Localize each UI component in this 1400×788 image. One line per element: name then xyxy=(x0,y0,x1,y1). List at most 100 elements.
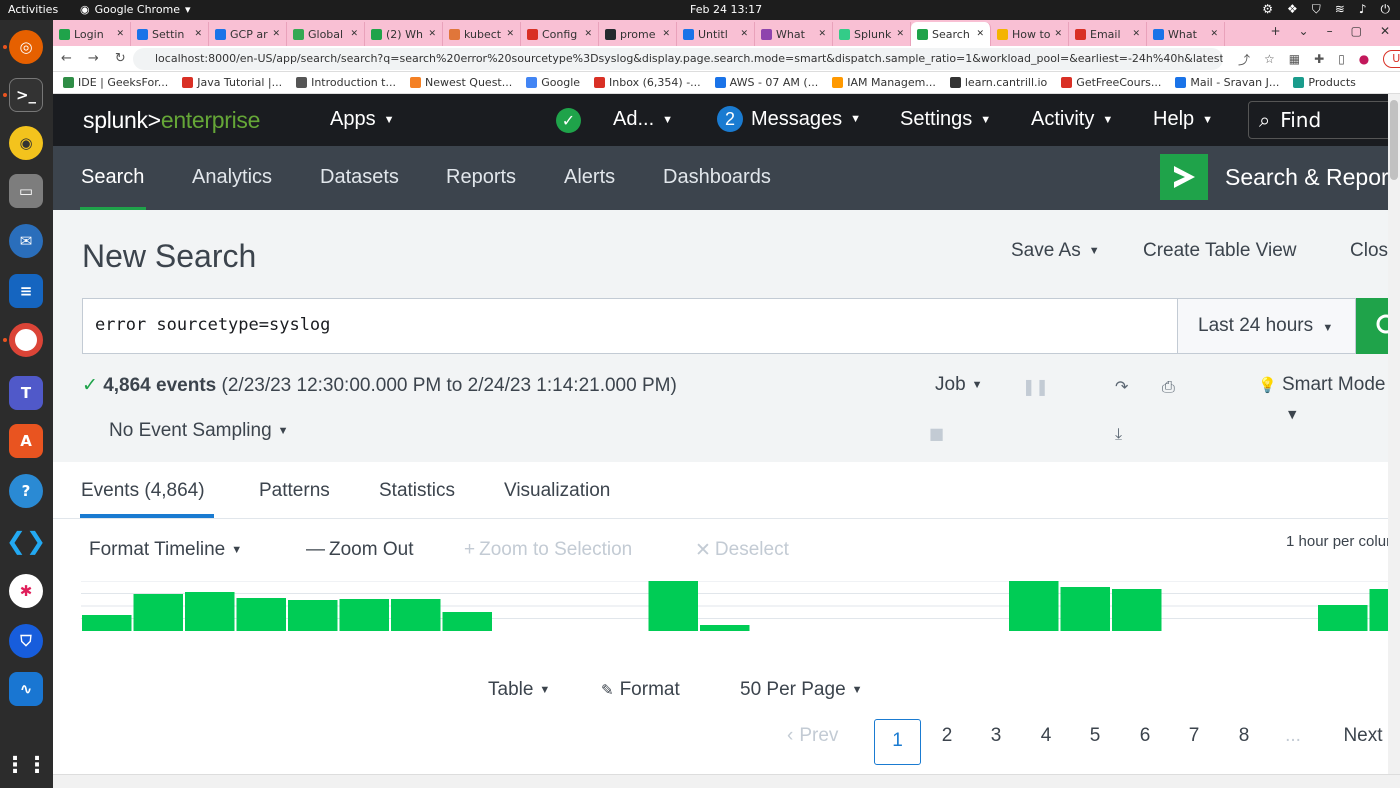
tab-close-icon[interactable]: ✕ xyxy=(896,29,904,39)
browser-tab[interactable]: Untitl ✕ xyxy=(677,22,755,46)
tab-statistics[interactable]: Statistics xyxy=(379,480,455,502)
update-button[interactable]: Update xyxy=(1383,50,1400,68)
stop-icon[interactable]: ■ xyxy=(929,424,944,443)
tab-close-icon[interactable]: ✕ xyxy=(584,29,592,39)
browser-tab[interactable]: Splunk ✕ xyxy=(833,22,911,46)
software-icon[interactable]: A xyxy=(9,424,43,458)
tab-close-icon[interactable]: ✕ xyxy=(194,29,202,39)
timeline-bar[interactable] xyxy=(288,600,338,631)
timeline-bar[interactable] xyxy=(236,598,287,631)
timeline-bar[interactable] xyxy=(1009,581,1059,631)
activity-menu[interactable]: Activity ▼ xyxy=(1031,108,1113,131)
bookmark-item[interactable]: IAM Managem... xyxy=(832,76,936,89)
bookmark-item[interactable]: IDE | GeeksFor... xyxy=(63,76,168,89)
nav-alerts[interactable]: Alerts xyxy=(564,166,615,189)
bookmark-item[interactable]: Google xyxy=(526,76,580,89)
deselect-button[interactable]: ✕ Deselect xyxy=(695,539,789,562)
help-icon[interactable]: ? xyxy=(9,474,43,508)
page-7-button[interactable]: 7 xyxy=(1174,725,1214,747)
messages-menu[interactable]: 2 Messages ▼ xyxy=(717,106,861,132)
find-input[interactable]: ⌕ Find xyxy=(1248,101,1398,139)
close-window-icon[interactable]: ✕ xyxy=(1380,24,1390,38)
tab-close-icon[interactable]: ✕ xyxy=(1132,29,1140,39)
forward-icon[interactable]: → xyxy=(88,51,99,66)
per-page-menu[interactable]: 50 Per Page ▼ xyxy=(740,679,863,701)
page-8-button[interactable]: 8 xyxy=(1224,725,1264,747)
nav-reports[interactable]: Reports xyxy=(446,166,516,189)
bookmark-item[interactable]: GetFreeCours... xyxy=(1061,76,1161,89)
browser-tab[interactable]: Global ✕ xyxy=(287,22,365,46)
page-4-button[interactable]: 4 xyxy=(1026,725,1066,747)
vertical-scrollbar-thumb[interactable] xyxy=(1390,100,1398,180)
health-ok-icon[interactable]: ✓ xyxy=(556,108,581,133)
search-mode-menu[interactable]: 💡 Smart Mode xyxy=(1258,374,1385,396)
timeline-bar[interactable] xyxy=(700,625,750,631)
nav-datasets[interactable]: Datasets xyxy=(320,166,399,189)
bookmark-item[interactable]: Java Tutorial |... xyxy=(182,76,282,89)
thunderbird-icon[interactable]: ✉ xyxy=(9,224,43,258)
files-icon[interactable]: ▭ xyxy=(9,174,43,208)
active-app-menu[interactable]: ◉ Google Chrome ▾ xyxy=(80,3,191,16)
export-icon[interactable]: ⤓ xyxy=(1115,424,1122,444)
teams-icon[interactable]: T xyxy=(9,376,43,410)
create-table-view-button[interactable]: Create Table View xyxy=(1143,240,1297,262)
timeline-bar[interactable] xyxy=(339,599,390,631)
job-menu[interactable]: Job ▼ xyxy=(935,374,983,396)
format-button[interactable]: ✎ Format xyxy=(601,679,680,701)
timeline-bar[interactable] xyxy=(133,594,184,631)
activities-button[interactable]: Activities xyxy=(8,3,58,16)
apps-menu[interactable]: Apps ▼ xyxy=(330,108,394,131)
browser-tab[interactable]: What ✕ xyxy=(1147,22,1225,46)
browser-tab[interactable]: Login ✕ xyxy=(53,22,131,46)
bookmark-item[interactable]: Products xyxy=(1293,76,1356,89)
search-query-input[interactable]: error sourcetype=syslog xyxy=(82,298,1178,354)
tab-close-icon[interactable]: ✕ xyxy=(1054,29,1062,39)
extensions-puzzle-icon[interactable]: ✚ xyxy=(1314,52,1324,66)
zoom-out-button[interactable]: — Zoom Out xyxy=(306,539,413,561)
pause-icon[interactable]: ❚❚ xyxy=(1022,377,1049,396)
timeline-bar[interactable] xyxy=(648,581,699,631)
bookmark-star-icon[interactable]: ☆ xyxy=(1264,52,1275,66)
timeline-bar[interactable] xyxy=(1112,589,1162,631)
format-timeline-menu[interactable]: Format Timeline ▼ xyxy=(89,539,242,561)
firefox-icon[interactable]: ◎ xyxy=(9,30,43,64)
time-range-picker[interactable]: Last 24 hours ▼ xyxy=(1178,298,1356,354)
chrome-dock-icon[interactable] xyxy=(9,323,43,357)
back-icon[interactable]: ← xyxy=(61,51,72,66)
side-panel-icon[interactable]: ▯ xyxy=(1338,52,1345,66)
tab-close-icon[interactable]: ✕ xyxy=(272,29,280,39)
caret-down-icon[interactable]: ▼ xyxy=(1288,408,1296,421)
tab-close-icon[interactable]: ✕ xyxy=(1210,29,1218,39)
prev-page-button[interactable]: ‹ Prev xyxy=(787,725,857,747)
timeline-chart[interactable] xyxy=(81,581,1400,631)
timeline-bar[interactable] xyxy=(391,599,441,631)
next-page-button[interactable]: Next xyxy=(1338,725,1388,747)
vscode-icon[interactable]: ❮❯ xyxy=(6,524,46,558)
terminal-icon[interactable]: >_ xyxy=(9,78,43,112)
browser-tab[interactable]: prome ✕ xyxy=(599,22,677,46)
browser-tab[interactable]: kubect ✕ xyxy=(443,22,521,46)
tab-visualization[interactable]: Visualization xyxy=(504,480,610,502)
maximize-icon[interactable]: ▢ xyxy=(1351,24,1362,38)
bookmark-item[interactable]: Inbox (6,354) -... xyxy=(594,76,701,89)
nav-analytics[interactable]: Analytics xyxy=(192,166,272,189)
timeline-bar[interactable] xyxy=(442,612,493,631)
share-icon[interactable]: ⤴ xyxy=(1238,51,1250,68)
tab-close-icon[interactable]: ✕ xyxy=(662,29,670,39)
share-job-icon[interactable]: ↷ xyxy=(1115,377,1128,396)
page-6-button[interactable]: 6 xyxy=(1125,725,1165,747)
nav-dashboards[interactable]: Dashboards xyxy=(663,166,771,189)
close-button[interactable]: Close xyxy=(1350,240,1388,262)
browser-tab[interactable]: Search ✕ xyxy=(911,22,991,46)
browser-tab[interactable]: (2) Wh ✕ xyxy=(365,22,443,46)
rhythmbox-icon[interactable]: ◉ xyxy=(9,126,43,160)
table-view-menu[interactable]: Table ▼ xyxy=(488,679,550,701)
timeline-bar[interactable] xyxy=(1060,587,1111,631)
timeline-bar[interactable] xyxy=(82,615,132,631)
bookmark-item[interactable]: Introduction t... xyxy=(296,76,396,89)
minimize-icon[interactable]: – xyxy=(1327,24,1333,38)
tab-close-icon[interactable]: ✕ xyxy=(818,29,826,39)
slack-icon[interactable]: ✱ xyxy=(9,574,43,608)
bookmark-item[interactable]: Mail - Sravan J... xyxy=(1175,76,1279,89)
page-2-button[interactable]: 2 xyxy=(927,725,967,747)
